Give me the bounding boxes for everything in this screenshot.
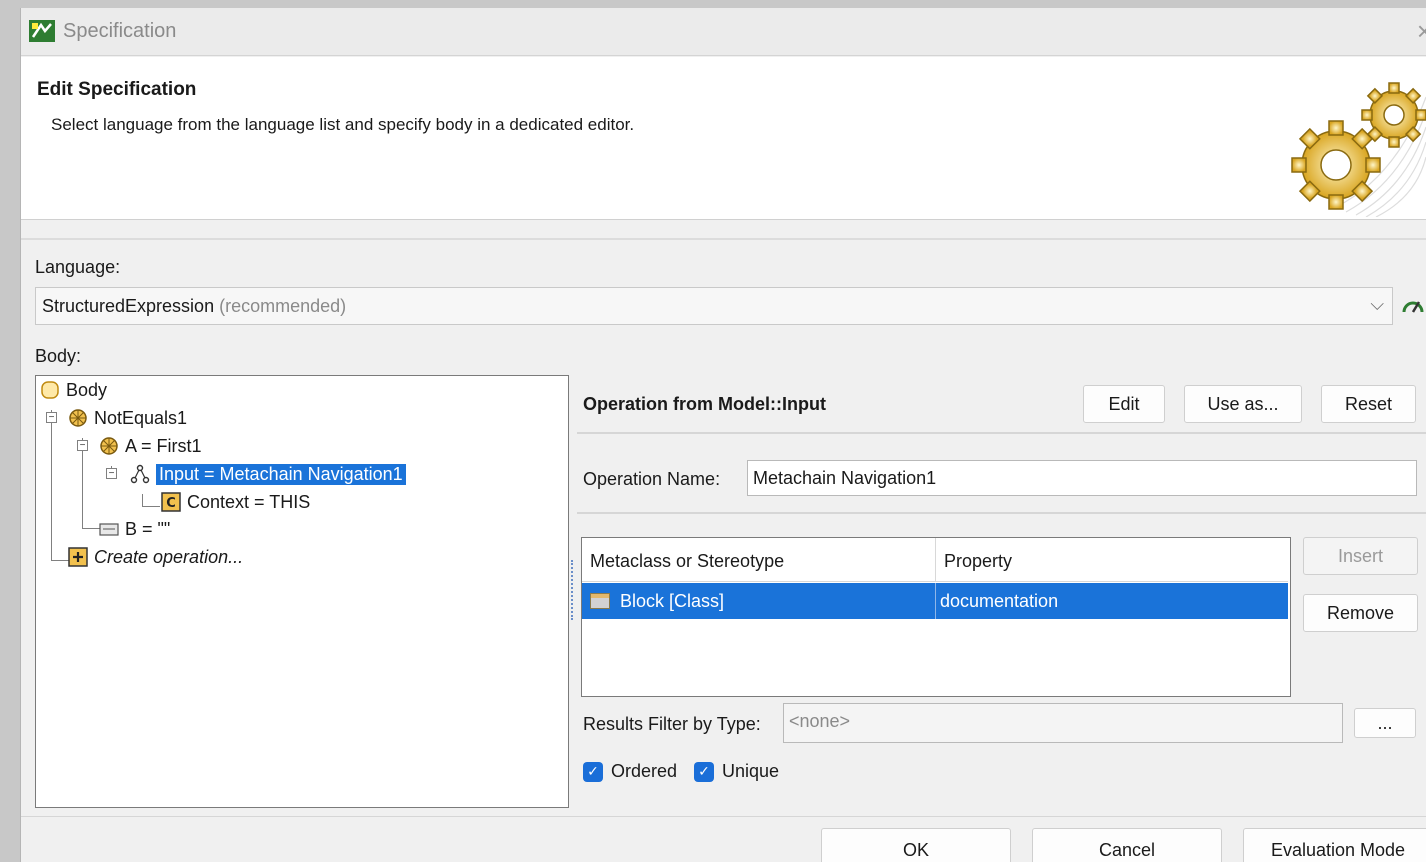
ordered-checkbox[interactable]: ✓ Ordered — [583, 761, 677, 782]
unique-checkbox[interactable]: ✓ Unique — [694, 761, 779, 782]
table-row[interactable]: Block [Class] documentation — [582, 583, 1288, 619]
ok-button[interactable]: OK — [821, 828, 1011, 862]
tree-node-notequals[interactable]: NotEquals1 — [68, 406, 187, 430]
language-dropdown[interactable]: StructuredExpression (recommended) ⌵ — [35, 287, 1393, 325]
collapse-icon[interactable]: − — [106, 468, 117, 479]
window-title: Specification — [63, 20, 177, 42]
column-header-property[interactable]: Property — [935, 538, 1288, 582]
evaluation-mode-button[interactable]: Evaluation Mode — [1243, 828, 1426, 862]
chevron-down-icon[interactable]: ⌵ — [1370, 294, 1384, 315]
cell-metaclass: Block [Class] — [586, 583, 935, 619]
language-label: Language: — [35, 257, 121, 277]
add-icon — [68, 547, 88, 567]
insert-button[interactable]: Insert — [1303, 537, 1418, 575]
separator — [577, 512, 1426, 514]
operation-header: Operation from Model::Input — [583, 394, 826, 414]
results-filter-input[interactable]: <none> — [783, 703, 1343, 743]
column-header-metaclass[interactable]: Metaclass or Stereotype — [582, 538, 935, 582]
class-icon: C — [161, 492, 181, 512]
dialog-header: Edit Specification Select language from … — [21, 57, 1426, 220]
operation-name-label: Operation Name: — [583, 469, 721, 489]
svg-text:C: C — [166, 496, 176, 511]
reset-button[interactable]: Reset — [1321, 385, 1416, 423]
remove-button[interactable]: Remove — [1303, 594, 1418, 632]
header-title: Edit Specification — [37, 79, 197, 100]
collapse-icon[interactable]: − — [77, 440, 88, 451]
footer-separator — [21, 816, 1426, 817]
cancel-button[interactable]: Cancel — [1032, 828, 1222, 862]
block-icon — [590, 593, 610, 609]
tree-node-body[interactable]: Body — [40, 378, 107, 402]
language-options-icon[interactable] — [1401, 294, 1425, 316]
browse-button[interactable]: ... — [1354, 708, 1416, 738]
specification-dialog: Specification × Edit Specification Selec… — [20, 8, 1426, 862]
checkmark-icon: ✓ — [583, 761, 603, 782]
collapse-icon[interactable]: − — [46, 412, 57, 423]
navigation-icon — [130, 464, 150, 484]
app-icon — [29, 20, 55, 42]
header-description: Select language from the language list a… — [51, 115, 635, 134]
text-literal-icon — [99, 523, 119, 536]
tree-node-context[interactable]: C Context = THIS — [161, 490, 310, 514]
separator — [577, 432, 1426, 434]
body-tree[interactable]: Body − NotEquals1 − A = First1 − Input =… — [35, 375, 569, 808]
close-icon[interactable]: × — [1417, 16, 1426, 47]
tree-node-a[interactable]: A = First1 — [99, 434, 202, 458]
metaclass-table[interactable]: Metaclass or Stereotype Property Block [… — [581, 537, 1291, 697]
body-icon — [41, 381, 59, 399]
header-separator — [21, 238, 1426, 240]
function-icon — [100, 437, 118, 455]
title-bar: Specification × — [21, 8, 1426, 56]
edit-button[interactable]: Edit — [1083, 385, 1165, 423]
tree-node-input[interactable]: Input = Metachain Navigation1 — [130, 462, 406, 486]
body-label: Body: — [35, 346, 82, 366]
panel-splitter[interactable] — [571, 560, 574, 620]
function-icon — [69, 409, 87, 427]
checkmark-icon: ✓ — [694, 761, 714, 782]
tree-node-b[interactable]: B = "" — [99, 517, 170, 541]
gears-icon — [1291, 82, 1426, 217]
operation-name-input[interactable]: Metachain Navigation1 — [747, 460, 1417, 496]
language-value: StructuredExpression (recommended) — [42, 296, 347, 316]
cell-property: documentation — [935, 583, 1288, 619]
results-filter-label: Results Filter by Type: — [583, 714, 761, 734]
use-as-button[interactable]: Use as... — [1184, 385, 1302, 423]
tree-node-create-operation[interactable]: Create operation... — [68, 545, 243, 569]
